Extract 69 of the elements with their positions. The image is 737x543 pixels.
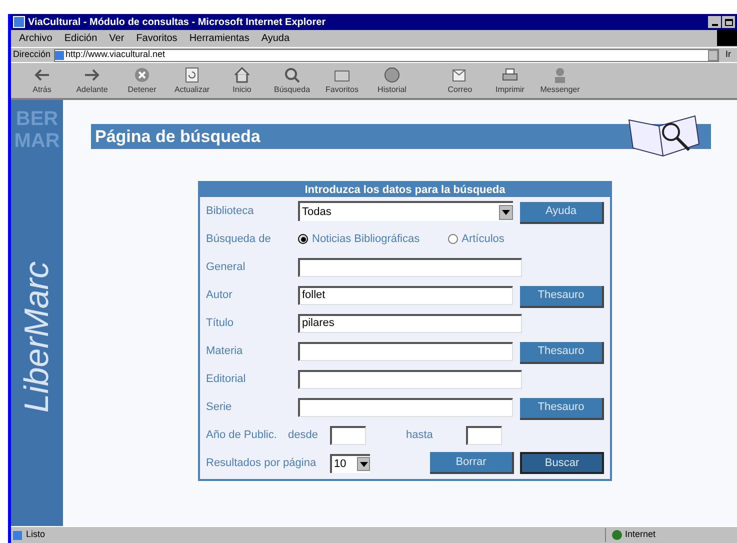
window-title: ViaCultural - Módulo de consultas - Microsoft Internet Explorer bbox=[28, 16, 326, 30]
radio-button[interactable] bbox=[448, 234, 458, 244]
field-label: Autor bbox=[206, 288, 234, 303]
field-label: Título bbox=[206, 316, 235, 331]
year-field[interactable] bbox=[466, 426, 502, 444]
menu-item[interactable]: Archivo bbox=[19, 31, 52, 46]
field-label: Biblioteca bbox=[206, 204, 255, 219]
maximize-icon[interactable] bbox=[722, 16, 735, 28]
radio-option[interactable]: Noticias Bibliográficas bbox=[298, 230, 420, 248]
menu-item[interactable]: Ayuda bbox=[261, 31, 290, 46]
menu-item[interactable]: Ver bbox=[109, 31, 124, 46]
globe-icon bbox=[612, 530, 622, 540]
field-label: Editorial bbox=[206, 372, 247, 387]
text-field[interactable] bbox=[298, 258, 522, 276]
menu-item[interactable]: Edición bbox=[64, 31, 98, 46]
toolbar-button[interactable]: Messenger bbox=[535, 66, 585, 96]
globe-icon bbox=[383, 66, 401, 84]
home-icon bbox=[233, 66, 251, 84]
toolbar-button[interactable]: Favoritos bbox=[317, 66, 367, 96]
field-label: Resultados por página bbox=[206, 456, 318, 471]
toolbar-button[interactable]: Historial bbox=[367, 66, 417, 96]
text-field[interactable] bbox=[298, 370, 522, 388]
go-button[interactable]: Ir bbox=[722, 48, 735, 62]
form-button[interactable]: Thesauro bbox=[520, 342, 604, 364]
browser-logo-icon bbox=[13, 16, 25, 28]
refresh-icon bbox=[183, 66, 201, 84]
form-button[interactable]: Borrar bbox=[430, 452, 514, 474]
toolbar-button[interactable]: Atrás bbox=[17, 66, 67, 96]
field-label: desde bbox=[288, 428, 319, 443]
status-text: Listo bbox=[26, 528, 46, 542]
menu-item[interactable]: Favoritos bbox=[136, 31, 178, 46]
address-field[interactable]: http://www.viacultural.net bbox=[54, 48, 718, 62]
form-button[interactable]: Buscar bbox=[520, 452, 604, 474]
form-header: Introduzca los datos para la búsqueda bbox=[200, 183, 610, 197]
toolbar-button[interactable]: Imprimir bbox=[485, 66, 535, 96]
text-field[interactable] bbox=[298, 342, 513, 360]
printer-icon bbox=[501, 66, 519, 84]
page-icon bbox=[13, 530, 22, 540]
text-field[interactable]: pilares bbox=[298, 314, 522, 332]
search-icon bbox=[283, 66, 301, 84]
results-select[interactable]: 10 bbox=[330, 454, 370, 472]
form-button[interactable]: Thesauro bbox=[520, 286, 604, 308]
toolbar-button[interactable]: Búsqueda bbox=[267, 66, 317, 96]
text-field[interactable]: follet bbox=[298, 286, 513, 304]
page-icon bbox=[54, 50, 64, 60]
menu-item[interactable]: Herramientas bbox=[189, 31, 250, 46]
radio-button[interactable] bbox=[298, 234, 308, 244]
toolbar-button[interactable]: Detener bbox=[117, 66, 167, 96]
minimize-icon[interactable] bbox=[708, 16, 721, 28]
form-button[interactable]: Ayuda bbox=[520, 202, 604, 224]
field-label: Serie bbox=[206, 400, 233, 415]
toolbar-button[interactable]: Inicio bbox=[217, 66, 267, 96]
radio-option[interactable]: Artículos bbox=[448, 230, 504, 248]
toolbar-button[interactable]: Correo bbox=[435, 66, 485, 96]
toolbar-button[interactable]: Actualizar bbox=[167, 66, 217, 96]
text-field[interactable] bbox=[298, 398, 513, 416]
brand-text: LiberMarc bbox=[17, 260, 57, 415]
form-button[interactable]: Thesauro bbox=[520, 398, 604, 420]
field-label: General bbox=[206, 260, 246, 275]
field-label: hasta bbox=[406, 428, 434, 443]
field-label: Búsqueda de bbox=[206, 232, 272, 247]
field-label: Materia bbox=[206, 344, 244, 359]
toolbar-button[interactable]: Adelante bbox=[67, 66, 117, 96]
year-field[interactable] bbox=[330, 426, 366, 444]
field-label: Año de Public. bbox=[206, 428, 278, 443]
address-label: Dirección bbox=[13, 48, 51, 62]
stop-icon bbox=[133, 66, 151, 84]
zone-text: Internet bbox=[625, 528, 656, 542]
library-select[interactable]: Todas bbox=[298, 201, 513, 221]
